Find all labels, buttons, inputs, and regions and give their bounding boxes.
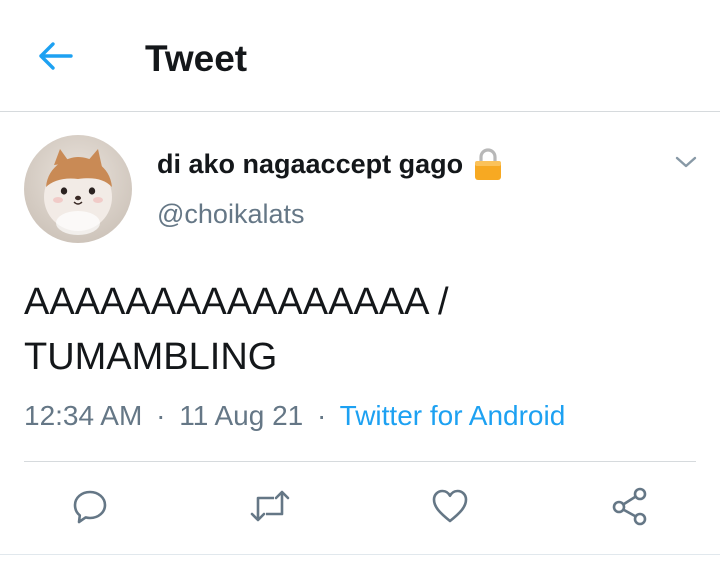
retweet-icon — [248, 486, 292, 531]
tweet-date: 11 Aug 21 — [179, 400, 304, 431]
page-title: Tweet — [145, 38, 248, 79]
tweet-options-button[interactable] — [670, 150, 702, 178]
tweet-source-link[interactable]: Twitter for Android — [340, 400, 566, 431]
separator: · — [156, 400, 166, 431]
display-name-text: di ako nagaaccept gago — [157, 149, 464, 179]
retweet-button[interactable] — [244, 482, 296, 534]
chevron-down-icon — [674, 154, 698, 175]
separator: · — [317, 400, 327, 431]
back-button[interactable] — [34, 38, 78, 78]
tweet-actions — [0, 482, 720, 534]
author-handle[interactable]: @choikalats — [157, 196, 304, 232]
tweet-text: AAAAAAAAAAAAAAAA / TUMAMBLING — [24, 275, 696, 385]
arrow-left-icon — [38, 41, 74, 76]
avatar[interactable] — [24, 135, 132, 243]
tweet-metadata: 12:34 AM · 11 Aug 21 · Twitter for Andro… — [24, 398, 565, 434]
share-button[interactable] — [604, 482, 656, 534]
reply-button[interactable] — [64, 482, 116, 534]
lock-icon — [473, 147, 503, 181]
share-icon — [610, 486, 650, 531]
divider — [0, 554, 720, 555]
like-button[interactable] — [424, 482, 476, 534]
reply-icon — [70, 486, 110, 531]
tweet-text-line-2: TUMAMBLING — [24, 336, 278, 378]
tweet-text-line-1: AAAAAAAAAAAAAAAA / — [24, 281, 449, 323]
tweet-time: 12:34 AM — [24, 400, 143, 431]
heart-icon — [430, 486, 470, 531]
app-header: Tweet — [0, 0, 720, 112]
divider — [24, 461, 696, 462]
author-display-name[interactable]: di ako nagaaccept gago — [157, 146, 503, 182]
